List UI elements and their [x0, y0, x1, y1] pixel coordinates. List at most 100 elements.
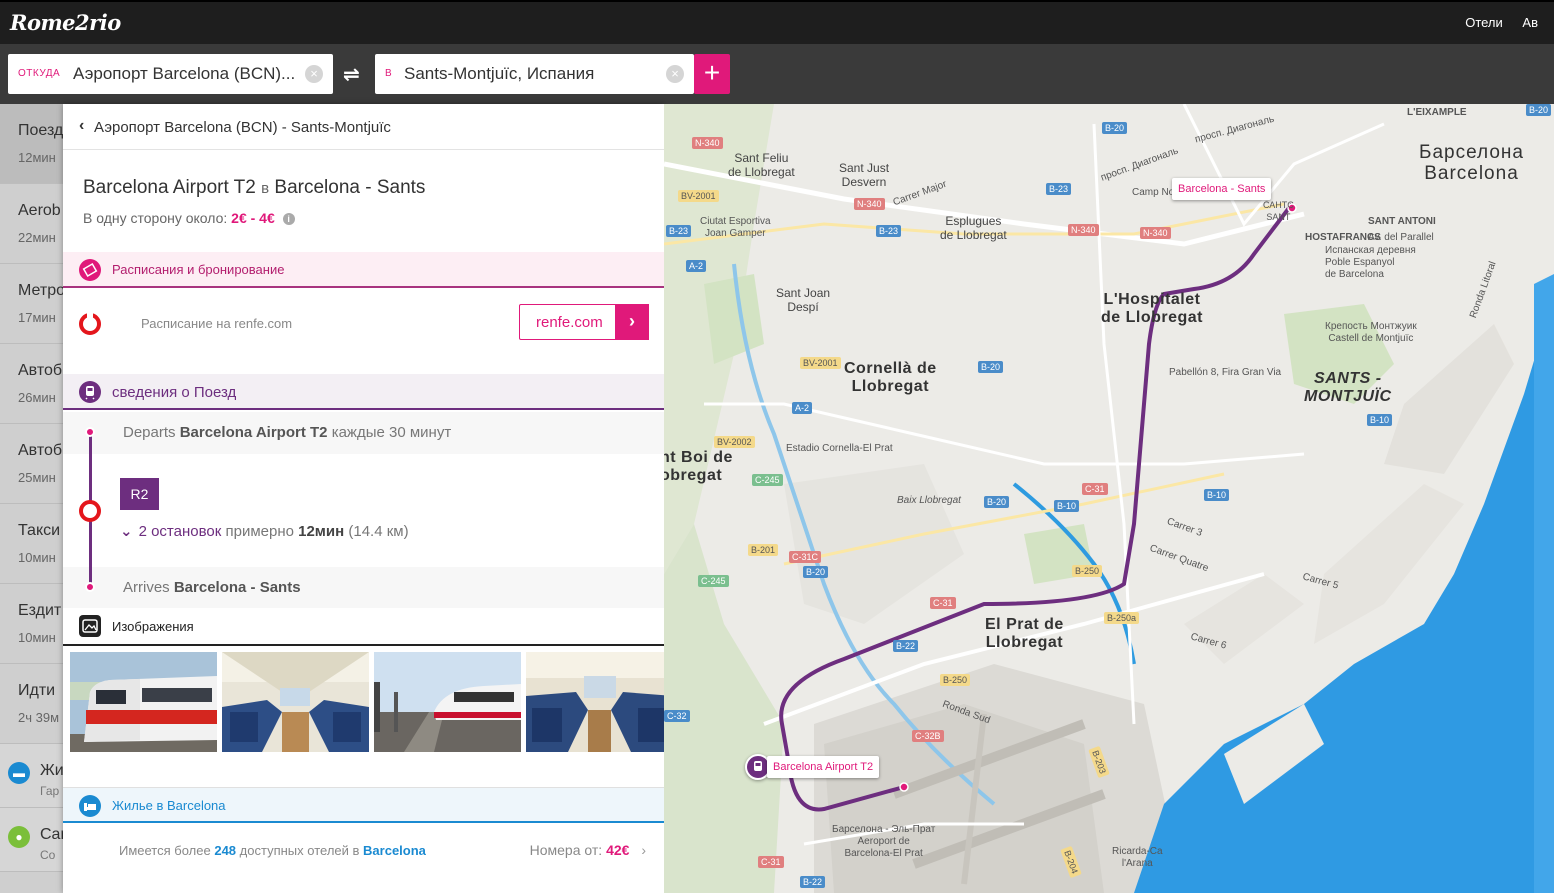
- chevron-down-icon[interactable]: ⌄: [120, 523, 133, 540]
- car-icon: ●: [8, 826, 30, 848]
- train-photo-2[interactable]: [222, 652, 369, 752]
- route-duration: 26мин: [18, 390, 56, 405]
- price-line: В одну сторону около: 2€ - 4€ i: [83, 210, 295, 226]
- breadcrumb-text[interactable]: Аэропорт Barcelona (BCN) - Sants-Montjuï…: [94, 119, 391, 136]
- route-item[interactable]: ▬ Жил Гар: [0, 744, 70, 808]
- route-map[interactable]: Барселона Barcelona L'Hospitalet de Llob…: [664, 104, 1554, 893]
- to-label: В: [385, 68, 393, 79]
- chevron-right-icon[interactable]: ›: [641, 842, 646, 858]
- search-bar: ОТКУДА Аэропорт Barcelona (BCN)... × ⇌ В…: [0, 44, 1554, 104]
- map-pin-origin[interactable]: Barcelona Airport T2: [767, 756, 880, 778]
- map-label-santjoan: Sant Joan Despí: [776, 286, 830, 314]
- route-duration: 2ч 39м: [18, 710, 60, 725]
- route-title: Такси: [18, 522, 61, 539]
- hotel-summary-row[interactable]: Имеется более 248 доступных отелей в Bar…: [63, 826, 664, 893]
- route-item[interactable]: Автоб 26мин: [0, 344, 70, 424]
- map-pin-destination[interactable]: Barcelona - Sants: [1172, 178, 1272, 200]
- map-label-estadio: Estadio Cornella-El Prat: [786, 443, 893, 454]
- images-section-title: Изображения: [112, 619, 194, 634]
- road-shield: B-201: [748, 544, 779, 556]
- renfe-button-label[interactable]: renfe.com: [536, 314, 603, 331]
- road-shield: C-31: [930, 597, 956, 609]
- top-nav: Отели Ав: [1465, 15, 1554, 30]
- nav-hotels[interactable]: Отели: [1465, 15, 1503, 30]
- departs-prefix: Departs: [123, 424, 176, 441]
- from-field[interactable]: ОТКУДА Аэропорт Barcelona (BCN)... ×: [8, 54, 333, 94]
- map-label-santboi: nt Boi de obregat: [664, 449, 733, 485]
- hotel-summary-text: Имеется более 248 доступных отелей в Bar…: [119, 843, 426, 858]
- add-destination-button[interactable]: +: [694, 54, 730, 94]
- route-title: Идти: [18, 682, 56, 699]
- road-shield: C-245: [752, 474, 783, 486]
- route-item[interactable]: Ездит 10мин: [0, 584, 70, 664]
- map-label-lhospitalet: L'Hospitalet de Llobregat: [1101, 291, 1203, 327]
- clear-from-icon[interactable]: ×: [305, 65, 323, 83]
- route-item[interactable]: Метро 17мин: [0, 264, 70, 344]
- departs-station: Barcelona Airport T2: [179, 424, 328, 441]
- breadcrumb[interactable]: ‹ Аэропорт Barcelona (BCN) - Sants-Montj…: [63, 104, 664, 150]
- route-duration: Co: [40, 848, 56, 862]
- info-icon[interactable]: i: [282, 213, 295, 226]
- route-detail-panel: ‹ Аэропорт Barcelona (BCN) - Sants-Montj…: [63, 104, 664, 893]
- route-duration: 10мин: [18, 630, 56, 645]
- route-title: Aerob: [18, 202, 61, 219]
- train-icon: [79, 381, 101, 403]
- booking-section-title: Расписания и бронирование: [112, 262, 285, 277]
- road-shield: A-2: [686, 260, 707, 272]
- stops-time: 12мин: [298, 523, 345, 540]
- nav-more[interactable]: Ав: [1522, 15, 1538, 30]
- hotel-section-header: Жилье в Barcelona: [63, 787, 664, 823]
- road-shield: C-32: [664, 710, 690, 722]
- from-label: ОТКУДА: [18, 68, 61, 79]
- route-item[interactable]: Такси 10мин: [0, 504, 70, 584]
- map-label-airport-text: Барселона - Эль-Прат Aeroport de Barcelo…: [832, 824, 936, 859]
- swap-icon[interactable]: ⇌: [343, 62, 360, 87]
- road-shield: B-10: [1054, 500, 1080, 512]
- chevron-left-icon[interactable]: ‹: [79, 117, 84, 135]
- chevron-right-icon[interactable]: ›: [615, 304, 649, 340]
- hotel-city-link[interactable]: Barcelona: [363, 843, 426, 858]
- arrives-prefix: Arrives: [123, 579, 170, 596]
- map-label-santboi-text: nt Boi de obregat: [664, 449, 733, 484]
- road-shield: B-20: [803, 566, 829, 578]
- train-photo-3[interactable]: [374, 652, 521, 752]
- hotel-price-label: Номера от:: [529, 842, 603, 858]
- route-item[interactable]: Aerob 22мин: [0, 184, 70, 264]
- road-shield: N-340: [854, 198, 885, 210]
- images-section-header: Изображения: [63, 608, 664, 646]
- from-input[interactable]: Аэропорт Barcelona (BCN)...: [73, 64, 301, 84]
- bed-icon: [79, 795, 101, 817]
- title-in: в: [261, 180, 270, 197]
- route-item[interactable]: Поезд 12мин: [0, 104, 70, 184]
- map-label-esplugues-text: Esplugues de Llobregat: [940, 214, 1007, 242]
- map-label-eixample: L'EIXAMPLE: [1407, 107, 1467, 118]
- train-photo-1[interactable]: [70, 652, 217, 752]
- stops-toggle[interactable]: ⌄ 2 остановок примерно 12мин (14.4 км): [120, 522, 409, 540]
- price-range: 2€ - 4€: [231, 210, 275, 226]
- renfe-schedule-row: Расписание на renfe.com renfe.com ›: [63, 290, 664, 374]
- route-item[interactable]: Идти 2ч 39м: [0, 664, 70, 744]
- clear-to-icon[interactable]: ×: [666, 65, 684, 83]
- hotel-section-title: Жилье в Barcelona: [112, 798, 226, 813]
- train-photo-4[interactable]: [526, 652, 664, 752]
- to-field[interactable]: В Sants-Montjuïc, Испания ×: [375, 54, 694, 94]
- road-shield: BV-2001: [678, 190, 719, 202]
- road-shield: B-250: [940, 674, 971, 686]
- route-title: Автоб: [18, 362, 63, 379]
- hotel-mid: доступных отелей в: [239, 843, 360, 858]
- route-item[interactable]: ● Car Co: [0, 808, 70, 872]
- road-shield: A-2: [792, 402, 813, 414]
- renfe-button[interactable]: renfe.com ›: [519, 304, 649, 340]
- stops-mid: примерно: [225, 523, 294, 540]
- hotel-price[interactable]: Номера от: 42€ ›: [530, 842, 646, 858]
- stops-link[interactable]: 2 остановок: [139, 523, 222, 540]
- rome2rio-logo[interactable]: Rome2rio: [10, 10, 121, 35]
- map-label-esplugues: Esplugues de Llobregat: [940, 214, 1007, 242]
- route-item[interactable]: Автоб 25мин: [0, 424, 70, 504]
- road-shield: B-22: [800, 876, 826, 888]
- road-shield: B-23: [876, 225, 902, 237]
- page-title: Barcelona Airport T2 в Barcelona - Sants: [83, 177, 425, 199]
- route-title: Ездит: [18, 602, 62, 619]
- to-input[interactable]: Sants-Montjuïc, Испания: [404, 64, 659, 84]
- hotel-price-value: 42€: [606, 842, 630, 858]
